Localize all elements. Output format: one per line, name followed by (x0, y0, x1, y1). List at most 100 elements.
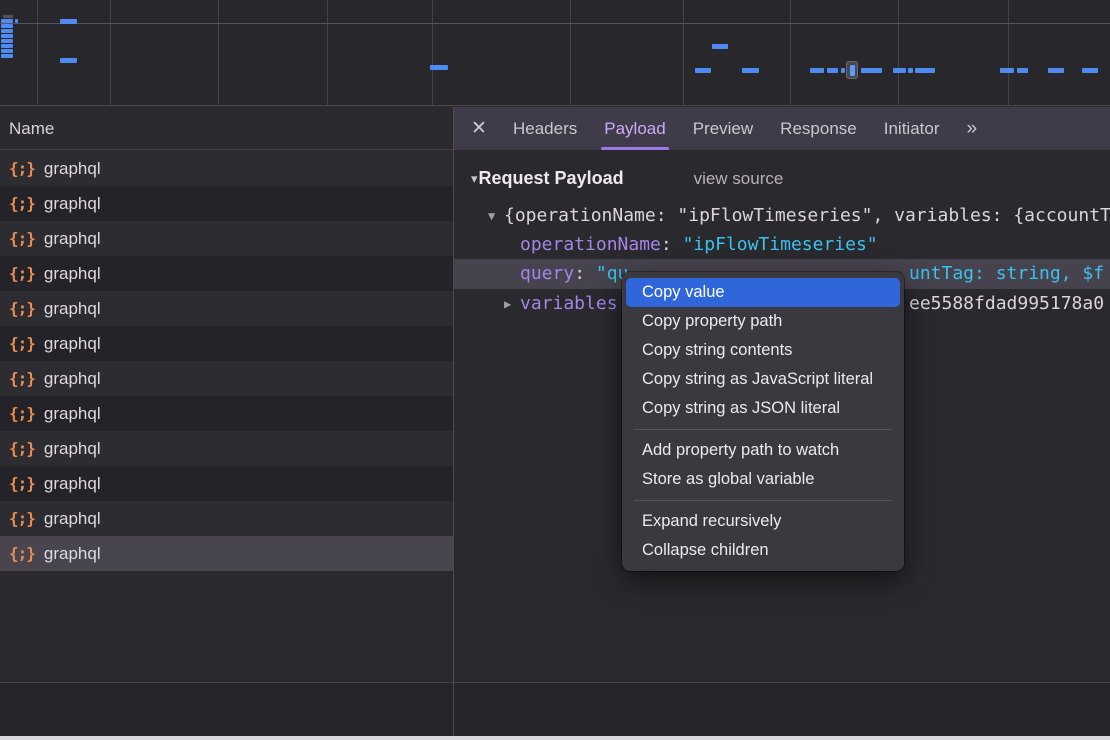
hovered-request-highlight (846, 61, 858, 79)
grid-line (432, 0, 433, 105)
network-request-bar (1048, 68, 1064, 73)
colon: : (661, 234, 683, 255)
menu-item-collapse-children[interactable]: Collapse children (626, 536, 900, 565)
request-name: graphql (44, 474, 101, 494)
network-request-bar (810, 68, 824, 73)
property-value: "ipFlowTimeseries" (683, 234, 878, 255)
request-name: graphql (44, 264, 101, 284)
menu-item-store-as-global-variable[interactable]: Store as global variable (626, 465, 900, 494)
tab-response[interactable]: Response (780, 107, 857, 150)
request-row[interactable]: {;}graphql (0, 186, 453, 221)
json-icon: {;} (9, 544, 35, 563)
request-name: graphql (44, 439, 101, 459)
tab-headers[interactable]: Headers (513, 107, 577, 150)
request-row[interactable]: {;}graphql (0, 151, 453, 186)
request-row[interactable]: {;} graphql (0, 431, 453, 466)
menu-item-copy-string-as-json-literal[interactable]: Copy string as JSON literal (626, 394, 900, 423)
request-name: graphql (44, 194, 101, 214)
property-value-continued: untTag: string, $f (909, 259, 1104, 289)
payload-preview-text: {operationName: "ipFlowTimeseries", vari… (504, 205, 1110, 226)
collapse-icon[interactable]: ▼ (488, 202, 504, 230)
request-row[interactable]: {;} graphql (0, 221, 453, 256)
section-expander-icon[interactable]: ▾ (471, 171, 478, 187)
network-request-bar (827, 68, 838, 73)
view-source-link[interactable]: view source (694, 169, 784, 189)
requests-list: {;} graphql {;} graphql {;} graphql {;} graphql… (0, 151, 453, 571)
request-name: graphql (44, 369, 101, 389)
grid-line (790, 0, 791, 105)
json-icon: {;} (9, 229, 35, 248)
highlighted-request-bar (850, 65, 855, 76)
request-row[interactable]: {;} graphql (0, 466, 453, 501)
json-icon: {;} (9, 299, 35, 318)
network-request-bar (893, 68, 906, 73)
network-request-bar (1, 44, 13, 48)
tab-payload[interactable]: Payload (604, 107, 665, 150)
network-request-bar (1000, 68, 1014, 73)
request-row[interactable]: {;} graphql (0, 256, 453, 291)
network-request-bar (1, 34, 13, 38)
payload-root-row[interactable]: ▼{operationName: "ipFlowTimeseries", var… (454, 201, 1110, 230)
network-request-bar (712, 44, 728, 49)
more-tabs-icon[interactable]: » (966, 118, 975, 140)
json-icon: {;} (9, 369, 35, 388)
grid-line (218, 0, 219, 105)
time-divider-line (0, 23, 1110, 24)
request-name: graphql (44, 544, 101, 564)
request-row[interactable]: {;}graphql (0, 291, 453, 326)
expand-icon[interactable]: ▶ (504, 290, 520, 318)
request-row[interactable]: {;}graphql (0, 501, 453, 536)
colon: : (574, 263, 596, 284)
menu-item-copy-value[interactable]: Copy value (626, 278, 900, 307)
window-bottom-edge (0, 736, 1110, 740)
property-key: variables (520, 293, 618, 314)
details-tabs: Headers Payload Preview Response Initiator (513, 107, 939, 150)
network-request-bar (1017, 68, 1028, 73)
json-icon: {;} (9, 264, 35, 283)
request-row[interactable]: {;} graphql (0, 396, 453, 431)
network-request-bar (861, 68, 882, 73)
menu-item-copy-string-contents[interactable]: Copy string contents (626, 336, 900, 365)
request-name: graphql (44, 404, 101, 424)
name-column-header[interactable]: Name (0, 107, 453, 150)
menu-item-copy-property-path[interactable]: Copy property path (626, 307, 900, 336)
menu-item-expand-recursively[interactable]: Expand recursively (626, 507, 900, 536)
request-payload-title: Request Payload (479, 168, 624, 189)
property-key: operationName (520, 234, 661, 255)
request-name: graphql (44, 334, 101, 354)
details-tab-bar: ✕ Headers Payload Preview Response Initiator… (454, 107, 1110, 150)
request-row[interactable]: {;} graphql (0, 326, 453, 361)
summary-bar (454, 682, 1110, 740)
menu-separator (634, 500, 892, 501)
network-request-bar (15, 19, 18, 23)
request-name: graphql (44, 229, 101, 249)
tab-preview[interactable]: Preview (693, 107, 753, 150)
network-request-bar (1082, 68, 1098, 73)
requests-pane: Name {;}graphql{;}graphql{;}graphql{;}gr… (0, 107, 453, 740)
menu-item-add-property-path-to-watch[interactable]: Add property path to watch (626, 436, 900, 465)
grid-line (898, 0, 899, 105)
json-icon: {;} (9, 474, 35, 493)
network-request-bar (742, 68, 759, 73)
operation-name-row[interactable]: operationName: "ipFlowTimeseries" (454, 230, 1110, 259)
tab-initiator[interactable]: Initiator (884, 107, 940, 150)
json-icon: {;} (9, 404, 35, 423)
devtools-window: Name {;}graphql{;}graphql{;}graphql{;}gr… (0, 0, 1110, 740)
json-icon: {;} (9, 159, 35, 178)
menu-separator (634, 429, 892, 430)
grid-line (1008, 0, 1009, 105)
network-overview-waterfall[interactable] (0, 0, 1110, 106)
network-request-bar (1, 24, 13, 28)
network-request-bar (430, 65, 448, 70)
object-preview-fragment: ee5588fdad995178a0 (909, 289, 1104, 318)
request-row[interactable]: {;} graphql (0, 361, 453, 396)
network-request-bar (841, 68, 845, 73)
json-icon: {;} (9, 439, 35, 458)
network-request-bar (1, 54, 13, 58)
json-icon: {;} (9, 334, 35, 353)
network-request-bar (1, 39, 13, 43)
network-request-bar (60, 19, 77, 24)
close-icon[interactable]: ✕ (469, 117, 489, 140)
menu-item-copy-string-as-javascript-literal[interactable]: Copy string as JavaScript literal (626, 365, 900, 394)
request-row[interactable]: {;} graphql (0, 536, 453, 571)
